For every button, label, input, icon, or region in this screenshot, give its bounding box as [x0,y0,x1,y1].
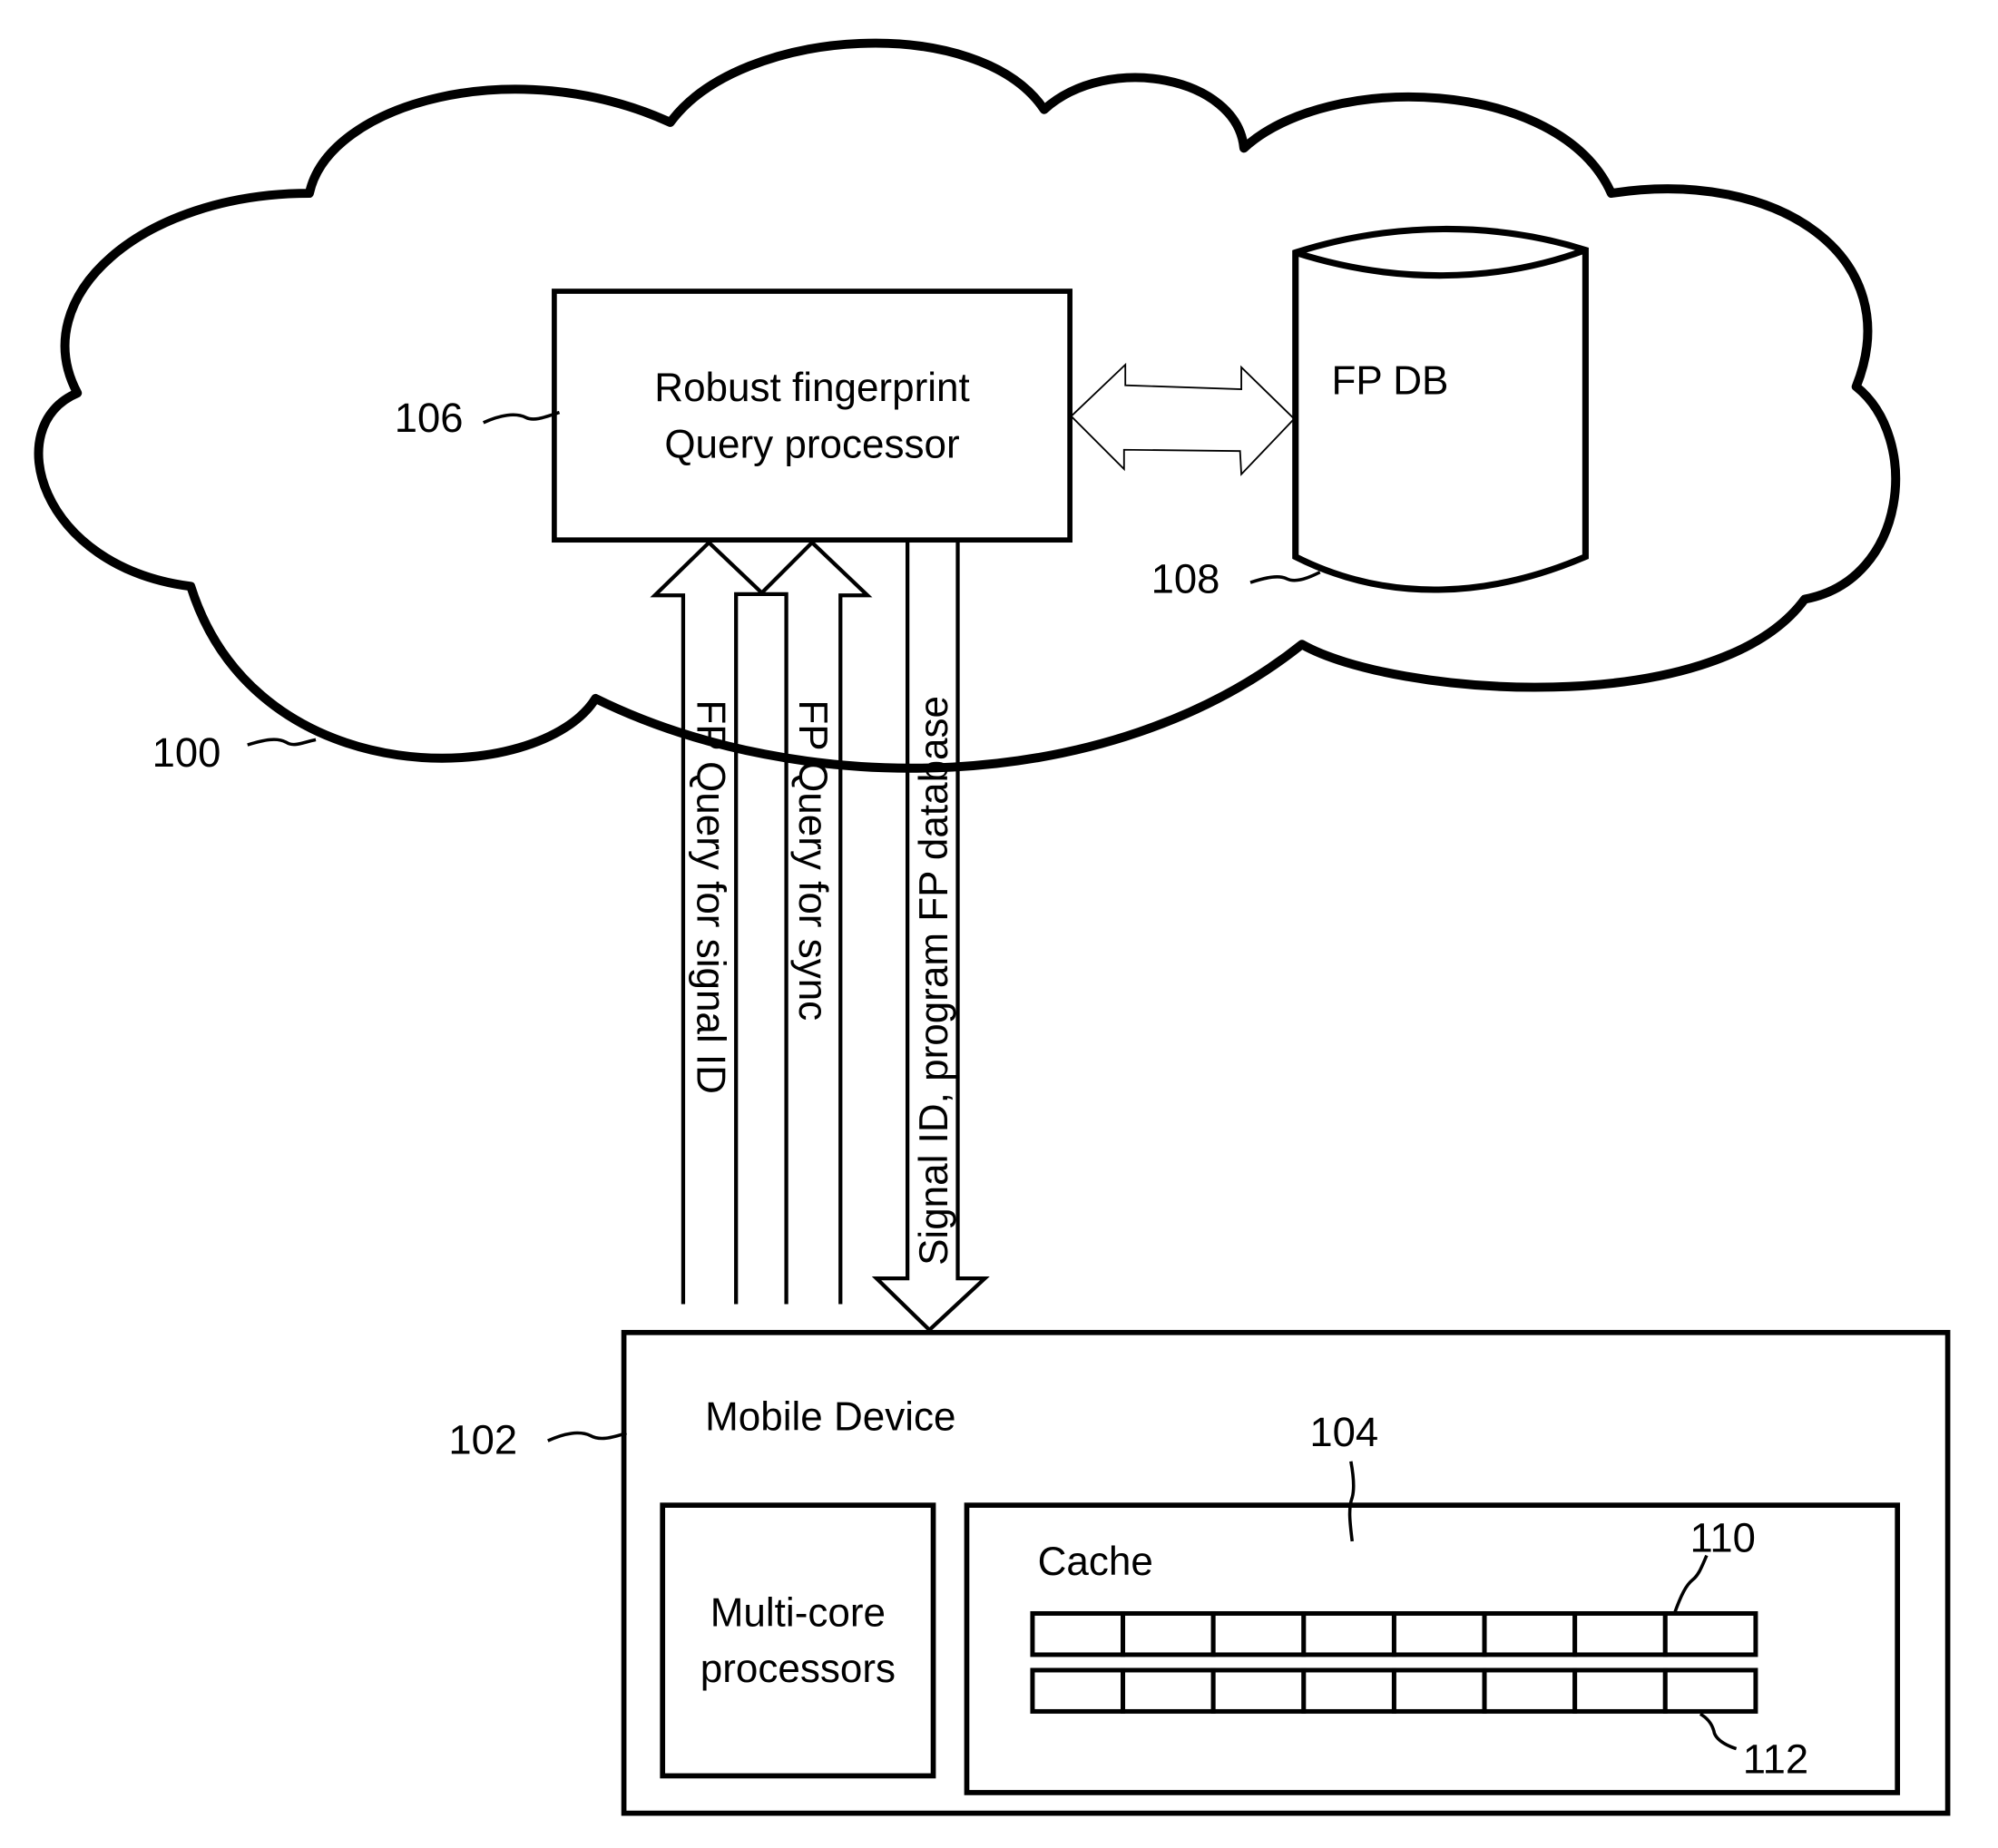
cache-cell [1482,1610,1578,1657]
database-cylinder [1292,225,1589,593]
cache-row-top-leader-line [1672,1554,1709,1615]
cache-cell [1662,1610,1758,1657]
arrow-label-query-sync: FP Query for sync [790,699,835,1021]
cache-cell [1121,1667,1216,1714]
cache-row-bottom-leader-line [1699,1712,1738,1751]
arrow-label-signal-id-result: Signal ID, program FP database [912,696,956,1266]
cache-cell [1210,1610,1307,1657]
query-processor: Robust fingerprint Query processor 106 [395,288,1072,543]
cache-cell [1572,1667,1668,1714]
cache-row-top-ref-number: 110 [1689,1514,1755,1560]
cloud-leader-line [247,738,317,747]
processors-box [660,1502,936,1779]
arrow-label-query-signal-id: FP Query for signal ID [689,699,733,1094]
cache-cell [1030,1610,1126,1657]
processors-line1: Multi-core [710,1591,886,1636]
cache-cell [1662,1667,1758,1714]
database-leader-line [1249,571,1321,584]
system-diagram: 100 Robust fingerprint Query processor 1… [34,38,1951,1816]
cache-cell [1030,1667,1126,1714]
cache-row-top [1030,1610,1758,1657]
database-label: FP DB [1332,359,1449,404]
query-processor-leader-line [482,410,561,425]
query-processor-line2: Query processor [664,422,959,466]
database-ref-number: 108 [1151,555,1220,601]
cache-cell [1121,1610,1216,1657]
cache-cell [1301,1610,1396,1657]
cache-cell [1210,1667,1307,1714]
mobile-device: Mobile Device 102 Multi-core processors … [448,1329,1951,1816]
cache-row-bottom [1030,1667,1758,1714]
cache-cell [1301,1667,1396,1714]
mobile-device-leader-line [547,1431,627,1442]
query-processor-ref-number: 106 [395,395,464,441]
cache-cell [1482,1667,1578,1714]
bidirectional-arrow [1070,362,1296,476]
mobile-device-label: Mobile Device [705,1395,955,1440]
cache-cell [1391,1667,1487,1714]
cache-cell [1391,1610,1487,1657]
cache-row-bottom-ref-number: 112 [1743,1736,1808,1783]
query-processor-line1: Robust fingerprint [654,366,969,410]
query-processor-box [552,288,1072,543]
cache-label: Cache [1038,1540,1153,1584]
processors-line2: processors [700,1647,896,1691]
cloud-ref-number: 100 [152,729,221,776]
query-arrows: FP Query for signal ID FP Query for sync [650,540,873,1305]
result-arrow: Signal ID, program FP database [871,541,990,1333]
cache-cell [1572,1610,1668,1657]
fp-database: FP DB 108 [1151,225,1589,601]
database-top-ellipse [1294,247,1587,279]
cache-ref-number: 104 [1309,1409,1378,1455]
cache-leader-line [1347,1461,1356,1542]
mobile-device-ref-number: 102 [448,1416,517,1462]
